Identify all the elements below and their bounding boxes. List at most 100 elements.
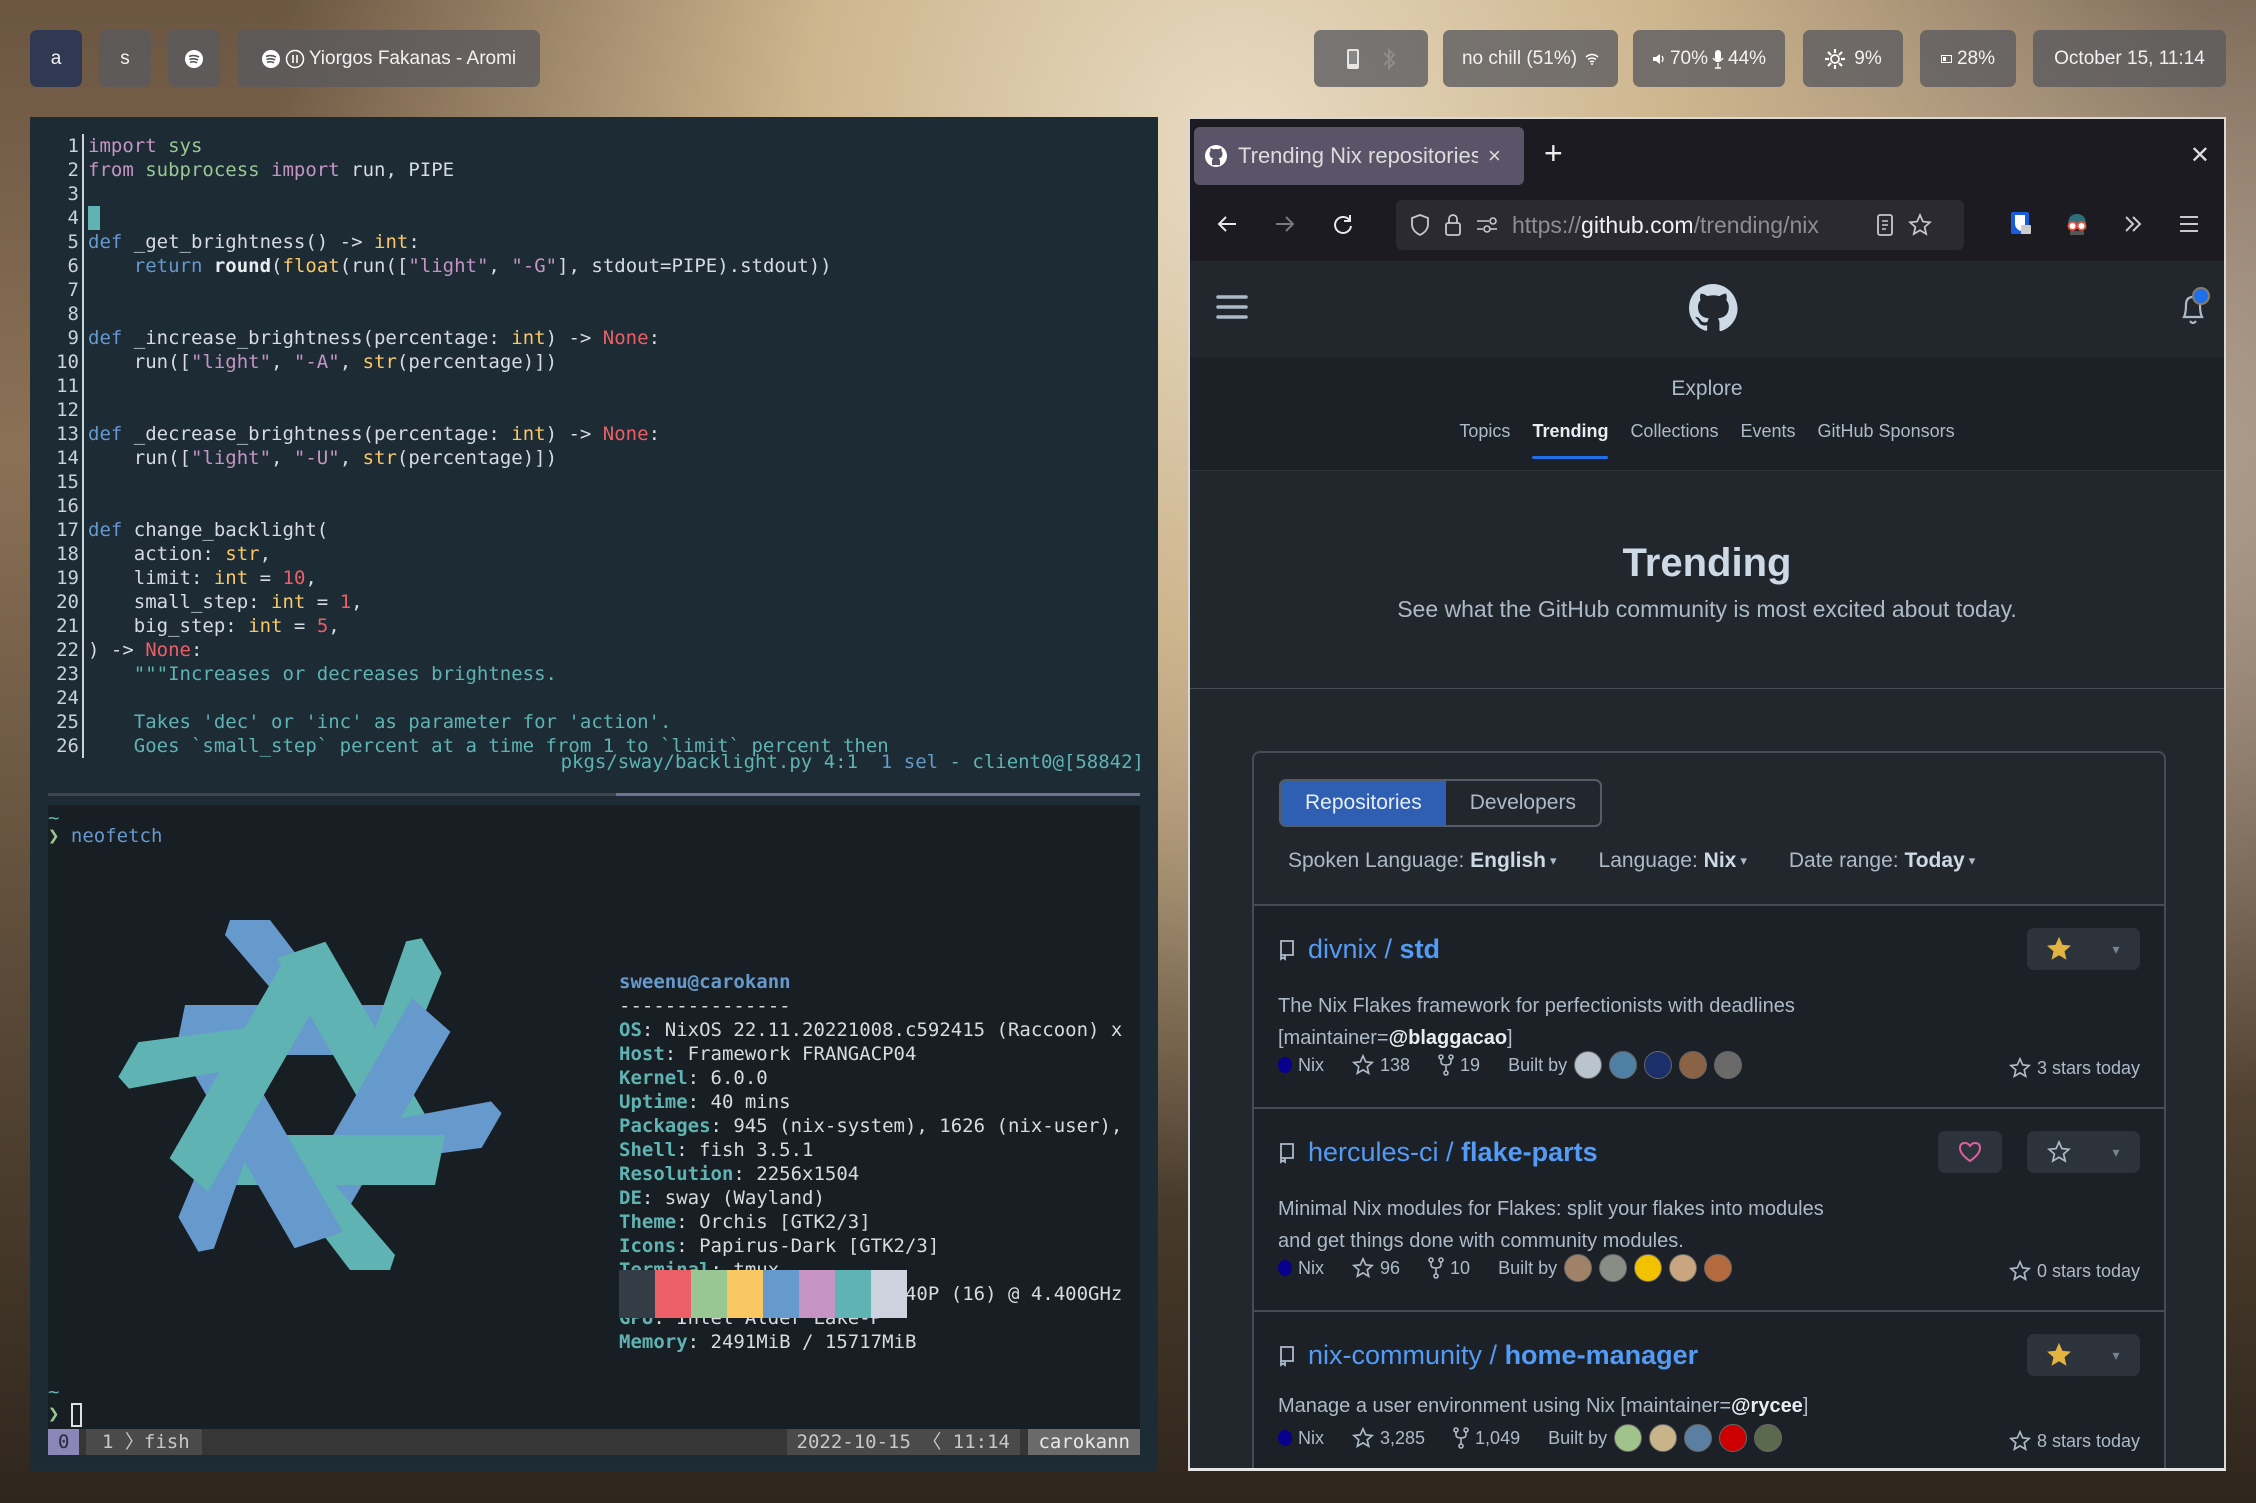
tmux-window-index: 1	[102, 1431, 114, 1453]
code-token: ,	[259, 543, 272, 565]
contributor-avatar[interactable]	[1649, 1424, 1678, 1452]
forward-button[interactable]	[1268, 207, 1302, 241]
repo-stars[interactable]: 96	[1352, 1257, 1400, 1279]
contributor-avatar[interactable]	[1574, 1051, 1603, 1079]
star-button[interactable]: ▾	[2027, 1334, 2140, 1376]
subnav-topics[interactable]: Topics	[1459, 421, 1510, 442]
battery-widget[interactable]: 28%	[1920, 30, 2016, 87]
contributor-avatar[interactable]	[1644, 1051, 1673, 1079]
code-token: int	[271, 591, 306, 613]
code-token: _get_brightness() ->	[122, 231, 374, 253]
repo-stars[interactable]: 138	[1352, 1054, 1410, 1076]
star-dropdown-caret-icon[interactable]: ▾	[2112, 1347, 2119, 1364]
url-text[interactable]: https://github.com/trending/nix	[1512, 212, 1862, 239]
contributor-avatar[interactable]	[1719, 1424, 1748, 1452]
app-menu-button[interactable]	[2172, 207, 2206, 241]
browser-window[interactable]: Trending Nix repositories × + ✕ https://…	[1188, 117, 2226, 1471]
new-tab-button[interactable]: +	[1544, 135, 1563, 171]
repo-link[interactable]: nix-community / home-manager	[1308, 1340, 1698, 1371]
star-dropdown-caret-icon[interactable]: ▾	[2112, 1144, 2119, 1161]
repo-link[interactable]: hercules-ci / flake-parts	[1308, 1137, 1598, 1168]
contributor-avatar[interactable]	[1564, 1254, 1593, 1282]
star-count: 96	[1380, 1257, 1401, 1278]
maintainer-link[interactable]: @rycee	[1731, 1395, 1803, 1417]
star-dropdown-caret-icon[interactable]: ▾	[2112, 941, 2119, 958]
contributor-avatar[interactable]	[1754, 1424, 1783, 1452]
code-token: str	[225, 543, 260, 565]
devices-widget[interactable]	[1314, 30, 1428, 87]
star-button[interactable]: ▾	[2027, 1131, 2140, 1173]
subnav-trending[interactable]: Trending	[1532, 421, 1609, 459]
permissions-icon[interactable]	[1476, 217, 1498, 233]
workspace-s-button[interactable]: s	[99, 30, 151, 87]
workspace-a-button[interactable]: a	[30, 30, 82, 87]
contributor-avatar[interactable]	[1714, 1051, 1743, 1079]
contributor-avatar[interactable]	[1704, 1254, 1733, 1282]
reload-button[interactable]	[1326, 207, 1360, 241]
neofetch-field: Uptime: 40 mins	[619, 1090, 1122, 1114]
pane-divider[interactable]	[48, 793, 1140, 796]
language-filter[interactable]: Language: Nix ▾	[1599, 849, 1747, 873]
star-icon	[2047, 937, 2072, 960]
subnav-sponsors[interactable]: GitHub Sponsors	[1818, 421, 1955, 442]
repositories-tab[interactable]: Repositories	[1281, 781, 1446, 825]
shell-prompt[interactable]: ❯	[48, 1403, 82, 1427]
contributor-avatar[interactable]	[1609, 1051, 1638, 1079]
repo-forks[interactable]: 10	[1428, 1257, 1470, 1279]
overflow-menu-button[interactable]	[2116, 207, 2150, 241]
subnav-events[interactable]: Events	[1740, 421, 1795, 442]
address-bar[interactable]: https://github.com/trending/nix	[1396, 200, 1964, 250]
contributor-avatar[interactable]	[1599, 1254, 1628, 1282]
code-editor[interactable]: 1 import sys 2 from subprocess import run,…	[30, 134, 1158, 758]
reader-view-icon[interactable]	[1876, 213, 1894, 237]
contributor-avatar[interactable]	[1614, 1424, 1643, 1452]
audio-widget[interactable]: 70% 44%	[1633, 30, 1785, 87]
star-icon	[1352, 1257, 1374, 1278]
tab-strip: Trending Nix repositories × + ✕	[1190, 119, 2224, 189]
bookmark-star-icon[interactable]	[1908, 213, 1932, 237]
tab-close-icon[interactable]: ×	[1488, 143, 1501, 169]
clock-widget[interactable]: October 15, 11:14	[2033, 30, 2226, 87]
code-token: "-G"	[511, 255, 558, 277]
developers-tab[interactable]: Developers	[1446, 781, 1600, 825]
contributor-avatar[interactable]	[1684, 1424, 1713, 1452]
media-player-widget[interactable]: Yiorgos Fakanas - Aromi	[237, 30, 540, 87]
code-token: =	[305, 591, 340, 613]
line-number: 17	[30, 518, 84, 542]
cpu-widget[interactable]: 9%	[1803, 30, 1903, 87]
contributor-avatar[interactable]	[1634, 1254, 1663, 1282]
explore-title[interactable]: Explore	[1190, 377, 2224, 401]
terminal-window[interactable]: 1 import sys 2 from subprocess import run,…	[30, 117, 1158, 1471]
tmux-session[interactable]: 0	[48, 1429, 80, 1455]
back-button[interactable]	[1210, 207, 1244, 241]
subnav-collections[interactable]: Collections	[1630, 421, 1718, 442]
sponsor-button[interactable]	[1938, 1131, 2002, 1173]
github-logo-icon[interactable]	[1688, 283, 1738, 333]
bitwarden-extension-button[interactable]	[2004, 207, 2038, 241]
privacy-extension-button[interactable]	[2060, 207, 2094, 241]
contributor-avatar[interactable]	[1679, 1051, 1708, 1079]
star-button[interactable]: ▾	[2027, 928, 2140, 970]
tmux-window[interactable]: 1 〉fish	[86, 1429, 202, 1455]
pause-icon[interactable]	[285, 49, 305, 69]
shell-pane[interactable]: ~ ❯ neofetch sweenu@carokann -----------…	[48, 805, 1140, 1441]
repo-forks[interactable]: 1,049	[1453, 1427, 1520, 1449]
date-range-filter[interactable]: Date range: Today ▾	[1789, 849, 1975, 873]
repo-forks[interactable]: 19	[1438, 1054, 1480, 1076]
contributor-avatar[interactable]	[1669, 1254, 1698, 1282]
repo-link[interactable]: divnix / std	[1308, 934, 1440, 965]
double-chevron-icon	[2125, 216, 2142, 232]
repo-stars[interactable]: 3,285	[1352, 1427, 1425, 1449]
browser-tab[interactable]: Trending Nix repositories ×	[1194, 127, 1524, 185]
wifi-widget[interactable]: no chill (51%)	[1443, 30, 1618, 87]
spotify-workspace-button[interactable]	[168, 30, 220, 87]
spoken-language-filter[interactable]: Spoken Language: English ▾	[1288, 849, 1557, 873]
tmux-window-name: fish	[143, 1431, 190, 1453]
repo-icon	[1280, 1142, 1294, 1164]
window-close-button[interactable]: ✕	[2190, 141, 2210, 170]
menu-icon[interactable]	[1216, 293, 1248, 321]
notification-bell-icon[interactable]	[2176, 285, 2210, 329]
trending-list: Repositories Developers Spoken Language:…	[1252, 751, 2166, 1468]
maintainer-link[interactable]: @blaggacao	[1389, 1027, 1507, 1049]
spy-extension-icon	[2067, 214, 2087, 235]
